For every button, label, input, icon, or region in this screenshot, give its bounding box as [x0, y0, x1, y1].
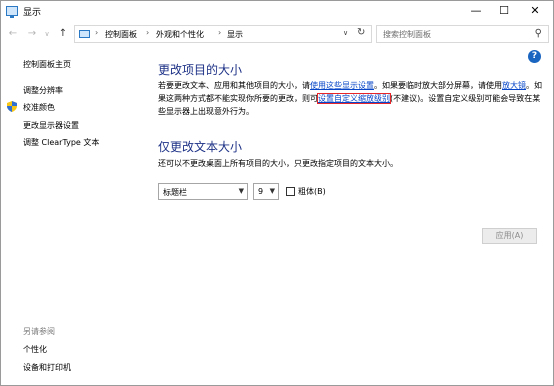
breadcrumb-separator[interactable]: › — [218, 28, 221, 37]
sidebar-item-calibrate-color[interactable]: 校准颜色 — [23, 102, 55, 113]
display-settings-link[interactable]: 使用这些显示设置 — [310, 81, 374, 90]
refresh-icon[interactable]: ↻ — [357, 27, 365, 38]
recent-locations-chevron-icon[interactable]: ∨ — [42, 27, 52, 41]
sidebar-item-change-display-settings[interactable]: 更改显示器设置 — [23, 120, 79, 131]
title-bar: 显示 — ☐ ✕ — [1, 1, 553, 22]
breadcrumb-separator[interactable]: › — [95, 28, 98, 37]
left-pane: 控制面板主页 调整分辨率 校准颜色 更改显示器设置 调整 ClearType 文… — [1, 46, 143, 385]
minimize-button[interactable]: — — [461, 1, 491, 22]
navigation-row: ← → ∨ ↑ › 控制面板 › 外观和个性化 › 显示 ∨ ↻ 搜索控制面板 … — [1, 22, 553, 46]
chevron-down-icon: ▼ — [269, 187, 275, 195]
back-arrow-icon[interactable]: ← — [6, 27, 20, 41]
para-text: 。如果要临时放大部分屏幕，请使用 — [374, 81, 502, 90]
window-title: 显示 — [23, 8, 42, 18]
address-bar[interactable]: › 控制面板 › 外观和个性化 › 显示 ∨ ↻ — [74, 25, 372, 43]
close-button[interactable]: ✕ — [520, 1, 550, 22]
heading-change-item-size: 更改项目的大小 — [158, 63, 243, 77]
text-size-description: 还可以不更改桌面上所有项目的大小，只更改指定项目的文本大小。 — [158, 159, 398, 168]
address-dropdown-icon[interactable]: ∨ — [343, 29, 348, 37]
custom-scaling-link[interactable]: 设置自定义缩放级别 — [317, 93, 391, 104]
see-also-devices-printers-link[interactable]: 设备和打印机 — [23, 362, 71, 373]
sidebar-item-adjust-resolution[interactable]: 调整分辨率 — [23, 85, 63, 96]
see-also-personalization-link[interactable]: 个性化 — [23, 344, 47, 355]
search-input[interactable]: 搜索控制面板 ⚲ — [376, 25, 549, 43]
search-icon[interactable]: ⚲ — [535, 28, 542, 39]
display-app-icon — [6, 6, 18, 18]
up-arrow-icon[interactable]: ↑ — [56, 27, 70, 41]
main-content: 更改项目的大小 若要更改文本、应用和其他项目的大小，请使用这些显示设置。如果要临… — [158, 46, 548, 385]
control-panel-icon — [79, 30, 90, 38]
forward-arrow-icon[interactable]: → — [25, 27, 39, 41]
breadcrumb-separator[interactable]: › — [146, 28, 149, 37]
control-panel-window: 显示 — ☐ ✕ ← → ∨ ↑ › 控制面板 › 外观和个性化 › 显示 ∨ … — [0, 0, 554, 386]
sidebar-item-adjust-cleartype[interactable]: 调整 ClearType 文本 — [23, 137, 99, 148]
breadcrumb-appearance[interactable]: 外观和个性化 — [156, 29, 204, 40]
item-select[interactable]: 标题栏 ▼ — [158, 183, 248, 200]
heading-change-text-size: 仅更改文本大小 — [158, 140, 243, 154]
apply-button[interactable]: 应用(A) — [482, 228, 537, 244]
bold-checkbox[interactable] — [286, 187, 295, 196]
breadcrumb-control-panel[interactable]: 控制面板 — [105, 29, 137, 40]
font-size-value: 9 — [258, 187, 264, 196]
breadcrumb-display[interactable]: 显示 — [227, 29, 243, 40]
item-select-value: 标题栏 — [163, 188, 187, 197]
scaling-description: 若要更改文本、应用和其他项目的大小，请使用这些显示设置。如果要临时放大部分屏幕，… — [158, 79, 548, 118]
shield-icon — [7, 101, 17, 112]
font-size-select[interactable]: 9 ▼ — [253, 183, 279, 200]
maximize-button[interactable]: ☐ — [489, 1, 519, 22]
chevron-down-icon: ▼ — [238, 187, 244, 195]
magnifier-link[interactable]: 放大镜 — [502, 81, 526, 90]
para-text: 若要更改文本、应用和其他项目的大小，请 — [158, 81, 310, 90]
bold-checkbox-label[interactable]: 粗体(B) — [298, 186, 326, 197]
control-panel-home-link[interactable]: 控制面板主页 — [23, 59, 71, 70]
search-placeholder: 搜索控制面板 — [383, 30, 431, 39]
see-also-heading: 另请参阅 — [23, 327, 55, 336]
